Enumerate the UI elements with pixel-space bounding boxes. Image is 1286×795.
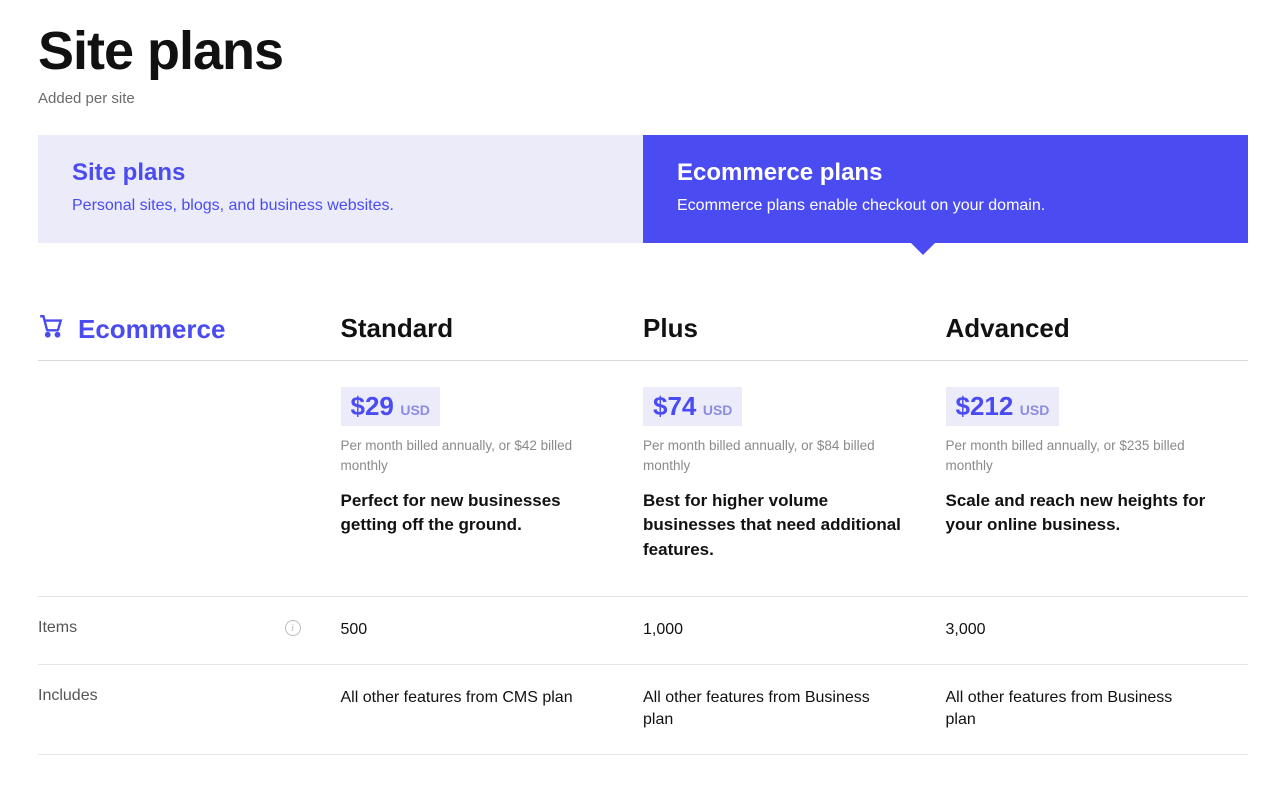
plan-desc-plus: Best for higher volume businesses that n…	[643, 489, 923, 563]
price-note-standard: Per month billed annually, or $42 billed…	[341, 436, 601, 477]
section-label-text: Ecommerce	[78, 314, 225, 345]
feature-includes-advanced: All other features from Business plan	[946, 687, 1206, 732]
feature-items-standard: 500	[341, 619, 601, 641]
tab-ecommerce-plans-desc: Ecommerce plans enable checkout on your …	[677, 197, 1214, 215]
header-row: Ecommerce Standard Plus Advanced	[38, 313, 1248, 361]
plan-name-advanced: Advanced	[946, 313, 1249, 344]
feature-includes-plus: All other features from Business plan	[643, 687, 903, 732]
plan-desc-standard: Perfect for new businesses getting off t…	[341, 489, 621, 538]
price-badge-advanced: $212 USD	[946, 387, 1060, 426]
pricing-table: Ecommerce Standard Plus Advanced $29 USD…	[38, 313, 1248, 755]
plan-tabs: Site plans Personal sites, blogs, and bu…	[38, 135, 1248, 243]
tab-site-plans-title: Site plans	[72, 159, 609, 187]
plan-name-standard: Standard	[341, 313, 644, 344]
price-row: $29 USD Per month billed annually, or $4…	[38, 361, 1248, 597]
plan-name-plus: Plus	[643, 313, 946, 344]
feature-items-plus: 1,000	[643, 619, 903, 641]
price-badge-standard: $29 USD	[341, 387, 440, 426]
page-title: Site plans	[38, 20, 1248, 82]
tab-ecommerce-plans-title: Ecommerce plans	[677, 159, 1214, 187]
feature-row-includes: Includes All other features from CMS pla…	[38, 664, 1248, 754]
feature-row-items: Items i 500 1,000 3,000	[38, 597, 1248, 664]
price-currency-advanced: USD	[1020, 402, 1050, 418]
plan-desc-advanced: Scale and reach new heights for your onl…	[946, 489, 1226, 538]
feature-label-items: Items	[38, 619, 77, 637]
price-currency-plus: USD	[703, 402, 733, 418]
price-note-advanced: Per month billed annually, or $235 bille…	[946, 436, 1206, 477]
feature-items-advanced: 3,000	[946, 619, 1206, 641]
price-badge-plus: $74 USD	[643, 387, 742, 426]
price-amount-plus: $74	[653, 391, 696, 421]
section-label: Ecommerce	[38, 313, 341, 346]
page-subtitle: Added per site	[38, 90, 1248, 107]
info-icon[interactable]: i	[285, 620, 301, 636]
price-note-plus: Per month billed annually, or $84 billed…	[643, 436, 903, 477]
tab-site-plans[interactable]: Site plans Personal sites, blogs, and bu…	[38, 135, 643, 243]
tab-ecommerce-plans[interactable]: Ecommerce plans Ecommerce plans enable c…	[643, 135, 1248, 243]
feature-label-includes: Includes	[38, 687, 98, 705]
price-amount-standard: $29	[351, 391, 394, 421]
cart-icon	[38, 313, 64, 346]
feature-includes-standard: All other features from CMS plan	[341, 687, 601, 709]
price-amount-advanced: $212	[956, 391, 1014, 421]
tab-site-plans-desc: Personal sites, blogs, and business webs…	[72, 197, 609, 215]
price-currency-standard: USD	[400, 402, 430, 418]
